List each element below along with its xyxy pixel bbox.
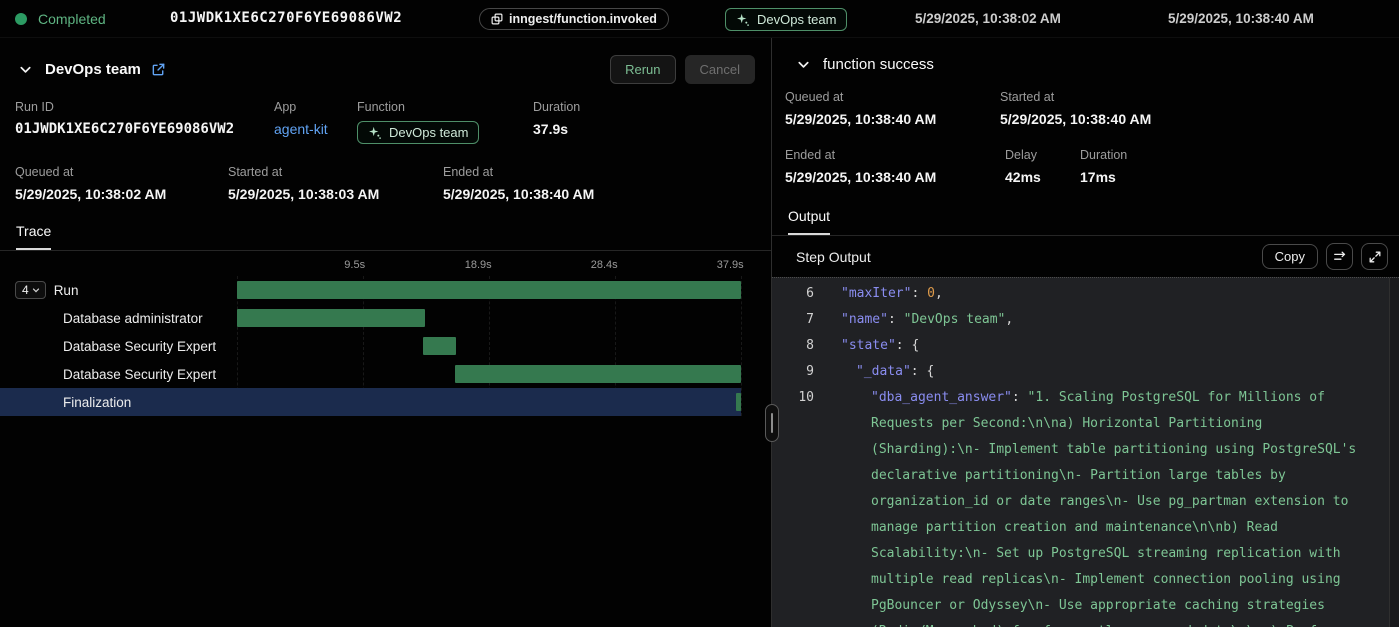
tab-trace[interactable]: Trace [16,223,51,250]
run-title: DevOps team [45,61,141,78]
code-lines: 6"maxIter": 0,7"name": "DevOps team",8"s… [772,281,1399,627]
step-title: function success [823,56,934,73]
span-count: 4 [22,283,29,297]
step-duration-label: Duration [1080,148,1127,162]
function-badge-topbar[interactable]: DevOps team [725,8,847,31]
trace-row-label: Finalization [63,395,131,410]
event-icon [491,13,503,25]
step-ended-value: 5/29/2025, 10:38:40 AM [785,169,1005,185]
sparkle-icon [736,13,750,27]
event-badge-label: inngest/function.invoked [509,12,657,26]
word-wrap-icon [1333,250,1347,264]
ended-at-label: Ended at [443,165,594,179]
collapse-step-chevron-icon[interactable] [794,55,813,74]
trace-span-bar [455,365,741,383]
collapse-run-chevron-icon[interactable] [16,60,35,79]
app-link[interactable]: agent-kit [274,121,357,137]
function-badge-label: DevOps team [757,12,836,27]
step-details-panel: function success Queued at 5/29/2025, 10… [772,38,1399,627]
code-line-number: 6 [772,281,814,307]
trace-row-label: Database administrator [63,311,203,326]
code-line-number: 9 [772,359,814,385]
trace-row[interactable]: Finalization [0,388,741,416]
step-delay-value: 42ms [1005,169,1080,185]
topbar-ended-timestamp: 5/29/2025, 10:38:40 AM [1168,11,1314,26]
run-id-label: Run ID [15,100,274,114]
trace-row[interactable]: Database administrator [0,304,741,332]
code-scrollbar[interactable] [1389,278,1399,627]
step-queued-label: Queued at [785,90,1000,104]
chevron-down-icon [31,285,41,295]
started-at-value: 5/29/2025, 10:38:03 AM [228,186,443,202]
app-label: App [274,100,357,114]
ended-at-value: 5/29/2025, 10:38:40 AM [443,186,594,202]
step-queued-value: 5/29/2025, 10:38:40 AM [785,111,1000,127]
status-dot-icon [15,13,27,25]
expand-icon [1368,250,1382,264]
function-badge-label: DevOps team [389,125,468,140]
step-started-label: Started at [1000,90,1151,104]
trace-rows: 4 Run Database administrator Database Se… [0,276,741,416]
queued-at-value: 5/29/2025, 10:38:02 AM [15,186,228,202]
trace-span-bar [736,393,741,411]
code-line: 7"name": "DevOps team", [772,307,1399,333]
step-delay-label: Delay [1005,148,1080,162]
run-status: Completed [38,11,106,27]
trace-ticks: 9.5s 18.9s 28.4s 37.9s [237,259,741,276]
trace-span-bar [237,309,425,327]
span-count-dropdown[interactable]: 4 [15,281,46,299]
code-line: 6"maxIter": 0, [772,281,1399,307]
queued-at-label: Queued at [15,165,228,179]
trace-span-bar [423,337,456,355]
timeline-tick-label: 28.4s [591,259,618,271]
panel-resize-handle[interactable] [765,404,779,442]
step-duration-value: 17ms [1080,169,1127,185]
step-started-value: 5/29/2025, 10:38:40 AM [1000,111,1151,127]
step-ended-label: Ended at [785,148,1005,162]
code-line-number: 7 [772,307,814,333]
timeline-tick-label: 37.9s [717,259,744,271]
started-at-label: Started at [228,165,443,179]
trace-span-bar [237,281,741,299]
duration-value: 37.9s [533,121,580,137]
expand-button[interactable] [1361,243,1388,270]
sparkle-icon [368,126,382,140]
tab-output[interactable]: Output [788,208,830,235]
trace-row-label: Database Security Expert [63,339,216,354]
code-line-number: 8 [772,333,814,359]
topbar-queued-timestamp: 5/29/2025, 10:38:02 AM [915,11,1061,26]
run-details-panel: DevOps team Rerun Cancel Run ID 01JWDK1X… [0,38,772,627]
code-line: 9"_data": { [772,359,1399,385]
copy-button[interactable]: Copy [1262,244,1318,269]
function-badge[interactable]: DevOps team [357,121,479,144]
run-id-value: 01JWDK1XE6C270F6YE69086VW2 [15,121,274,137]
timeline-tick-label: 9.5s [344,259,365,271]
code-line: 8"state": { [772,333,1399,359]
trace-row-label: Run [54,283,79,298]
rerun-button[interactable]: Rerun [610,55,675,84]
top-status-bar: Completed 01JWDK1XE6C270F6YE69086VW2 inn… [0,0,1399,38]
trace-row-label: Database Security Expert [63,367,216,382]
trace-row[interactable]: Database Security Expert [0,360,741,388]
step-output-title: Step Output [796,249,871,265]
event-badge[interactable]: inngest/function.invoked [479,8,669,30]
function-label: Function [357,100,533,114]
run-id: 01JWDK1XE6C270F6YE69086VW2 [170,10,402,26]
trace-row[interactable]: 4 Run [0,276,741,304]
code-line: 10"dba_agent_answer": "1. Scaling Postgr… [772,385,1399,627]
external-link-icon[interactable] [151,62,166,77]
timeline-tick-label: 18.9s [465,259,492,271]
trace-row[interactable]: Database Security Expert [0,332,741,360]
cancel-button[interactable]: Cancel [685,55,755,84]
word-wrap-button[interactable] [1326,243,1353,270]
trace-timeline: 9.5s 18.9s 28.4s 37.9s 4 Run Database admin… [0,251,771,416]
step-output-code: 6"maxIter": 0,7"name": "DevOps team",8"s… [772,277,1399,627]
duration-label: Duration [533,100,580,114]
